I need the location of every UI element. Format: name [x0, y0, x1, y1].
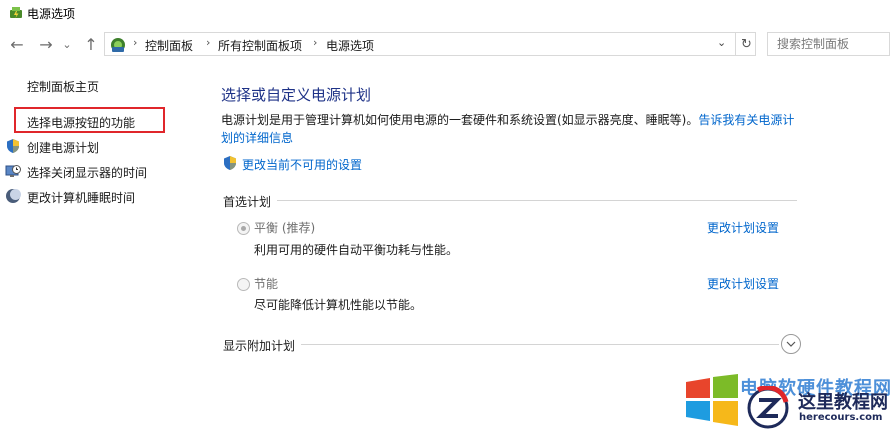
description-text: 电源计划是用于管理计算机如何使用电源的一套硬件和系统设置(如显示器亮度、睡眠等)… — [221, 113, 699, 127]
window-title: 电源选项 — [27, 7, 76, 21]
watermark-z-logo-icon — [747, 386, 789, 429]
refresh-button[interactable]: ↻ — [735, 33, 757, 55]
up-arrow-icon: ↑ — [84, 34, 98, 54]
breadcrumb-control-panel[interactable]: 控制面板 — [145, 37, 193, 54]
page-title: 选择或自定义电源计划 — [221, 86, 372, 104]
watermark-cn-text: 这里教程网 — [798, 392, 888, 413]
plan-power-saver-settings-link[interactable]: 更改计划设置 — [707, 275, 779, 292]
plan-balanced-radio[interactable] — [237, 222, 250, 235]
plan-balanced-settings-link[interactable]: 更改计划设置 — [707, 219, 779, 236]
address-dropdown-icon[interactable]: ⌄ — [717, 36, 726, 49]
shield-icon — [7, 139, 19, 153]
watermark-en-text: herecours.com — [799, 412, 883, 423]
back-button[interactable]: ← — [7, 34, 27, 54]
divider — [223, 200, 797, 201]
preferred-plans-label: 首选计划 — [223, 193, 278, 210]
divider — [223, 344, 779, 345]
additional-plans-label[interactable]: 显示附加计划 — [223, 337, 302, 354]
sidebar-item-display-off[interactable]: 选择关闭显示器的时间 — [27, 164, 147, 181]
change-unavailable-settings-link[interactable]: 更改当前不可用的设置 — [242, 156, 362, 173]
expand-additional-plans-button[interactable] — [781, 334, 801, 354]
address-bar[interactable]: › 控制面板 › 所有控制面板项 › 电源选项 ⌄ ↻ — [104, 32, 756, 56]
watermark: 电脑软硬件教程网 这里教程网 herecours.com — [684, 372, 890, 430]
sidebar-home-link[interactable]: 控制面板主页 — [27, 78, 99, 95]
plan-power-saver-radio[interactable] — [237, 278, 250, 291]
breadcrumb-separator: › — [206, 36, 211, 49]
title-bar: 电源选项 — [0, 0, 890, 30]
monitor-clock-icon — [5, 165, 21, 177]
windows-logo-icon — [686, 374, 738, 426]
power-options-icon — [10, 7, 22, 18]
breadcrumb-separator: › — [133, 36, 138, 49]
plan-balanced-name[interactable]: 平衡 (推荐) — [254, 219, 315, 236]
sidebar-item-sleep-time[interactable]: 更改计算机睡眠时间 — [27, 189, 135, 206]
plan-balanced-description: 利用可用的硬件自动平衡功耗与性能。 — [254, 243, 459, 257]
moon-icon — [6, 189, 21, 203]
plan-power-saver-description: 尽可能降低计算机性能以节能。 — [254, 298, 423, 312]
refresh-icon: ↻ — [741, 36, 752, 52]
forward-arrow-icon: → — [39, 34, 53, 54]
forward-button[interactable]: → — [36, 34, 56, 54]
sidebar-item-create-plan[interactable]: 创建电源计划 — [27, 139, 99, 156]
back-arrow-icon: ← — [10, 34, 24, 54]
sidebar-item-power-button[interactable]: 选择电源按钮的功能 — [27, 114, 135, 131]
chevron-down-icon: ⌄ — [62, 37, 72, 51]
up-button[interactable]: ↑ — [81, 34, 101, 54]
description: 电源计划是用于管理计算机如何使用电源的一套硬件和系统设置(如显示器亮度、睡眠等)… — [221, 111, 801, 147]
breadcrumb-all-items[interactable]: 所有控制面板项 — [218, 37, 302, 54]
recent-locations-button[interactable]: ⌄ — [60, 34, 74, 54]
breadcrumb-separator: › — [313, 36, 318, 49]
breadcrumb-power-options[interactable]: 电源选项 — [326, 37, 374, 54]
plan-power-saver-name[interactable]: 节能 — [254, 275, 278, 292]
search-input[interactable]: 搜索控制面板 — [767, 32, 890, 56]
uac-shield-icon — [224, 156, 236, 170]
chevron-down-icon — [786, 341, 796, 347]
control-panel-icon — [111, 38, 125, 52]
